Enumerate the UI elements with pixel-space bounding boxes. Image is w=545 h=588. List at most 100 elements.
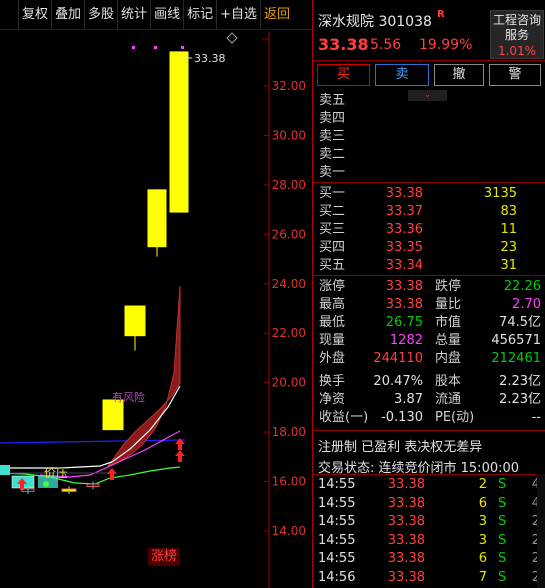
- tick-volume: 3: [478, 532, 487, 548]
- tick-row: 14:56 33.38 7 S 2: [313, 569, 545, 587]
- risk-label: 有风险: [112, 390, 145, 404]
- sell-level-row[interactable]: 卖二: [313, 146, 545, 163]
- diamond-icon: [226, 32, 238, 44]
- tick-volume: 6: [478, 551, 487, 566]
- buy-level-row[interactable]: 买二 33.37 83: [313, 203, 545, 220]
- tick-list-scrollbar[interactable]: [537, 474, 545, 588]
- toolbar-add-watchlist-button[interactable]: +自选: [216, 0, 260, 30]
- stat-row: 净资 3.87 流通 2.23亿: [313, 391, 545, 408]
- price-change-pct: 19.99%: [419, 37, 473, 53]
- tick-time: 14:56: [318, 569, 356, 585]
- axis-tick-label: 32.00: [272, 79, 306, 93]
- toolbar-mark-button[interactable]: 标记: [183, 0, 216, 30]
- current-price: 33.38: [318, 35, 369, 54]
- tick-row: 14:55 33.38 6 S 2: [313, 550, 545, 568]
- sell-level-label: 卖五: [319, 93, 346, 108]
- axis-tick-label: 18.00: [272, 425, 306, 439]
- stat-row: 最低 26.75 市值 74.5亿: [313, 314, 545, 331]
- buy-level-price: 33.34: [385, 258, 423, 273]
- kline-chart-pane[interactable]: 复权 叠加 多股 统计 画线 标记 +自选 返回 32.00 30.00 28.…: [0, 0, 313, 588]
- marker-dot: [154, 46, 157, 49]
- stat-label: PE(动): [435, 410, 475, 425]
- tick-time: 14:55: [318, 477, 356, 492]
- stat-row: 最高 33.38 量比 2.70: [313, 296, 545, 313]
- tick-time: 14:55: [318, 532, 356, 548]
- candle[interactable]: [169, 51, 189, 213]
- stat-value: 74.5亿: [499, 315, 541, 330]
- tick-price: 33.38: [387, 551, 425, 566]
- marker-dot: [181, 46, 184, 49]
- kline-chart[interactable]: 32.00 30.00 28.00 26.00 24.00 22.00 20.00 18.00…: [0, 31, 313, 588]
- sell-level-row[interactable]: 卖四: [313, 110, 545, 127]
- toolbar-statistics-button[interactable]: 统计: [117, 0, 150, 30]
- toolbar-back-button[interactable]: 返回: [260, 0, 293, 30]
- buy-level-volume: 23: [500, 240, 517, 255]
- stat-label: 流通: [435, 392, 462, 407]
- buy-level-row[interactable]: 买三 33.36 11: [313, 221, 545, 238]
- candle-body: [124, 305, 146, 337]
- cancel-order-button[interactable]: 撤: [434, 64, 484, 86]
- sector-name-line1: 工程咨询: [492, 13, 541, 27]
- stat-value: --: [531, 410, 541, 425]
- tick-price: 33.38: [387, 495, 425, 511]
- sell-level-row[interactable]: 卖五: [313, 92, 545, 109]
- candle[interactable]: [102, 399, 124, 431]
- buy-level-label: 买二: [319, 204, 346, 219]
- buy-level-row[interactable]: 买五 33.34 31: [313, 257, 545, 274]
- toolbar-restore-rights-button[interactable]: 复权: [18, 0, 51, 30]
- tick-side: S: [498, 569, 507, 585]
- candle[interactable]: [61, 486, 77, 494]
- price-change: 5.56: [370, 37, 402, 53]
- stat-label: 现量: [319, 333, 346, 348]
- tick-time: 14:55: [318, 551, 356, 566]
- stat-label: 跌停: [435, 279, 462, 294]
- chart-toolbar: 复权 叠加 多股 统计 画线 标记 +自选 返回: [0, 0, 313, 30]
- stat-value: 1282: [389, 333, 423, 348]
- stat-label: 量比: [435, 297, 462, 312]
- stat-row: 换手 20.47% 股本 2.23亿: [313, 373, 545, 390]
- sell-level-row[interactable]: 卖三: [313, 128, 545, 145]
- axis-tick-label: 26.00: [272, 227, 306, 241]
- sell-button[interactable]: 卖: [375, 64, 429, 86]
- listing-notice: 注册制 已盈利 表决权无差异: [318, 440, 483, 455]
- toolbar-multi-stock-button[interactable]: 多股: [84, 0, 117, 30]
- buy-level-label: 买五: [319, 258, 346, 273]
- stat-label: 总量: [435, 333, 462, 348]
- stat-value: 244110: [373, 351, 423, 366]
- price-axis: 32.00 30.00 28.00 26.00 24.00 22.00 20.00 18.00…: [264, 79, 306, 538]
- alert-button[interactable]: 警: [489, 64, 541, 86]
- tick-row: 14:55 33.38 2 S 4: [313, 476, 545, 494]
- stat-label: 市值: [435, 315, 462, 330]
- candle[interactable]: [124, 305, 146, 351]
- divider: [313, 474, 545, 475]
- tick-side: S: [498, 495, 507, 511]
- stat-value: 212461: [491, 351, 541, 366]
- stat-row: 外盘 244110 内盘 212461: [313, 350, 545, 367]
- sell-level-row[interactable]: 卖一: [313, 164, 545, 181]
- axis-tick-label: 24.00: [272, 277, 306, 291]
- tick-side: S: [498, 514, 507, 529]
- tick-volume: 3: [478, 514, 487, 529]
- candle-body: [147, 189, 167, 248]
- toolbar-draw-line-button[interactable]: 画线: [150, 0, 183, 30]
- tick-row: 14:55 33.38 3 S 2: [313, 532, 545, 550]
- buy-button[interactable]: 买: [317, 64, 370, 86]
- stat-row: 涨停 33.38 跌停 22.26: [313, 278, 545, 295]
- tick-time: 14:55: [318, 514, 356, 529]
- candle[interactable]: [147, 189, 167, 257]
- stat-label: 股本: [435, 374, 462, 389]
- axis-tick-label: 22.00: [272, 326, 306, 340]
- stat-label: 收益(一): [319, 410, 369, 425]
- tick-volume: 7: [478, 569, 487, 585]
- buy-level-row[interactable]: 买一 33.38 3135: [313, 185, 545, 202]
- toolbar-overlay-button[interactable]: 叠加: [51, 0, 84, 30]
- sector-badge[interactable]: 工程咨询 服务 1.01%: [490, 10, 544, 59]
- stat-label: 最高: [319, 297, 346, 312]
- buy-level-volume: 3135: [483, 186, 517, 201]
- buy-level-price: 33.37: [385, 204, 423, 219]
- buy-level-row[interactable]: 买四 33.35 23: [313, 239, 545, 256]
- tick-side: S: [498, 532, 507, 548]
- divider: [313, 430, 545, 431]
- stat-value: 20.47%: [373, 374, 423, 389]
- axis-tick-label: 20.00: [272, 376, 306, 390]
